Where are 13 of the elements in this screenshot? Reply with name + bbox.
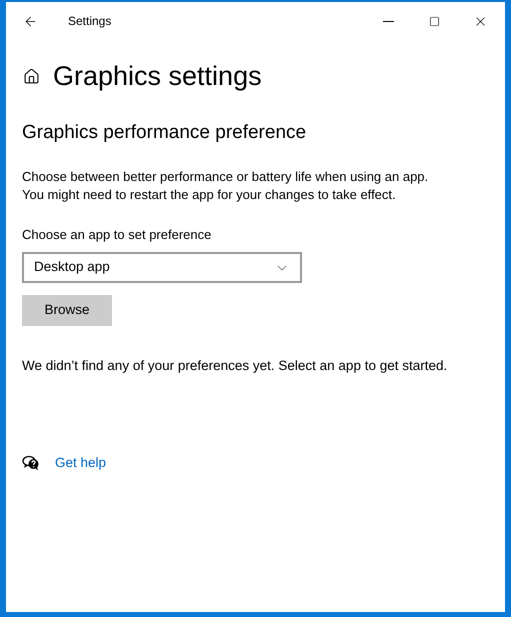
window-title: Settings xyxy=(68,13,112,30)
section-title: Graphics performance preference xyxy=(22,121,308,145)
help-chat-icon xyxy=(22,455,40,472)
app-dropdown[interactable]: Desktop app xyxy=(22,252,302,283)
empty-message: We didn’t find any of your preferences yet. Select an app to get started. xyxy=(22,357,448,375)
section-description: Choose between better performance or battery life when using an app. You might need to restart the app for your changes to take effect. xyxy=(22,168,430,204)
page-title: Graphics settings xyxy=(53,60,262,93)
get-help-link[interactable]: Get help xyxy=(55,453,106,474)
minimize-icon xyxy=(382,20,394,22)
home-icon[interactable] xyxy=(23,68,40,84)
picker-label: Choose an app to set preference xyxy=(22,226,212,244)
browse-button[interactable]: Browse xyxy=(22,295,112,326)
maximize-icon xyxy=(428,16,440,26)
